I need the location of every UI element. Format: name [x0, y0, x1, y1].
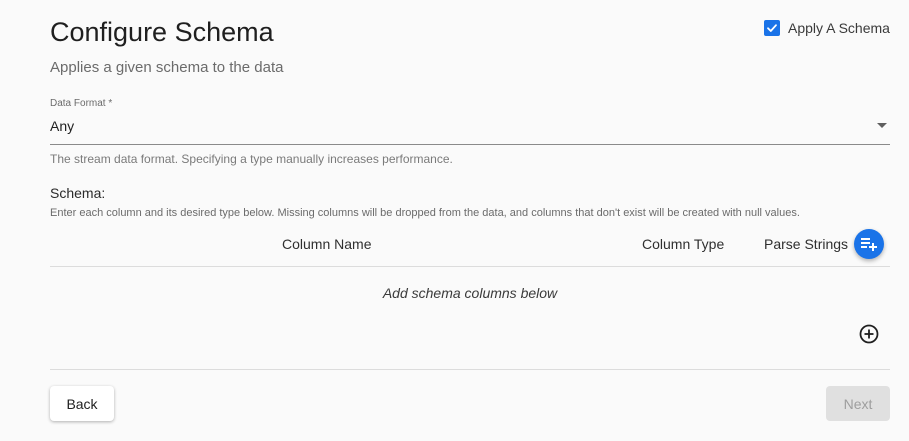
chevron-down-icon[interactable]: [877, 123, 887, 128]
next-button: Next: [826, 386, 890, 421]
add-column-button[interactable]: [859, 324, 879, 344]
back-button[interactable]: Back: [50, 386, 114, 421]
data-format-label: Data Format *: [50, 98, 113, 109]
checkmark-icon[interactable]: [764, 20, 780, 36]
data-format-value: Any: [50, 118, 75, 134]
add-schema-list-button[interactable]: [854, 229, 884, 259]
playlist-add-icon: [861, 238, 877, 251]
configure-schema-page: Configure Schema Applies a given schema …: [0, 0, 909, 441]
column-header-type: Column Type: [642, 236, 725, 252]
empty-schema-message: Add schema columns below: [382, 285, 558, 301]
footer-divider: [50, 369, 890, 370]
data-format-helper-text: The stream data format. Specifying a typ…: [50, 152, 453, 166]
column-header-name: Column Name: [282, 236, 372, 252]
apply-schema-checkbox[interactable]: Apply A Schema: [764, 20, 890, 36]
apply-schema-label: Apply A Schema: [788, 20, 890, 36]
column-header-parse-strings: Parse Strings: [764, 236, 849, 252]
add-circle-outline-icon: [859, 324, 879, 344]
data-format-select[interactable]: Data Format * Any: [50, 98, 890, 145]
page-subtitle: Applies a given schema to the data: [50, 59, 284, 76]
page-title: Configure Schema: [50, 17, 274, 47]
table-header-divider: [50, 266, 890, 267]
schema-description: Enter each column and its desired type b…: [50, 207, 800, 219]
schema-label: Schema:: [50, 185, 106, 201]
